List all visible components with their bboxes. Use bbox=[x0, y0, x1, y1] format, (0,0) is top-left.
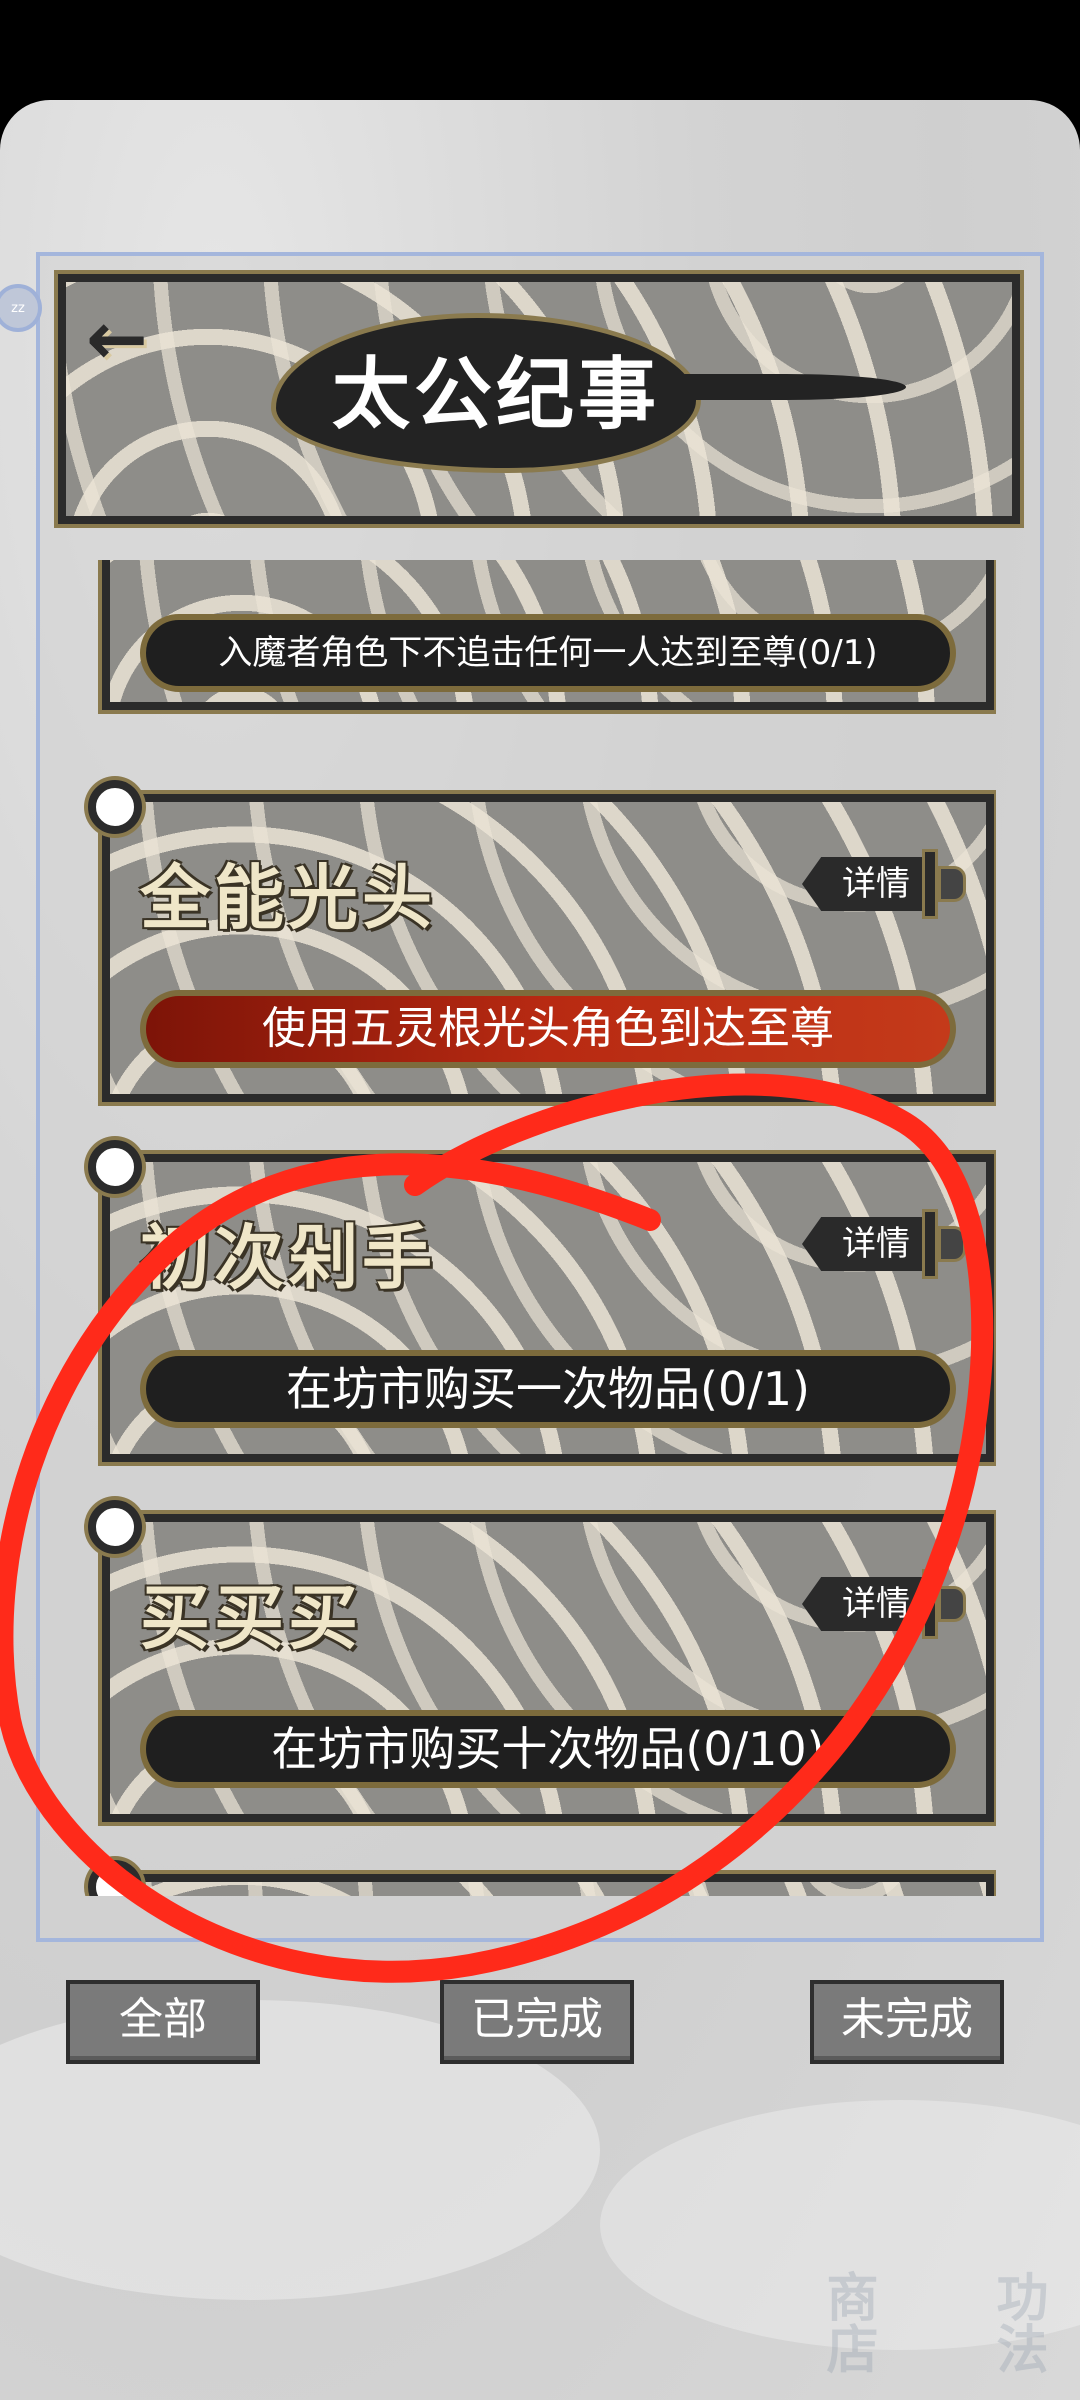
shop-watermark: 商店 bbox=[817, 2270, 877, 2374]
achievement-card: 买买买 详情 在坊市购买十次物品(0/10) bbox=[88, 1500, 996, 1826]
achievement-description: 在坊市购买一次物品(0/1) bbox=[140, 1350, 956, 1428]
achievement-description: 在坊市购买十次物品(0/10) bbox=[140, 1710, 956, 1788]
detail-label: 详情 bbox=[802, 1577, 922, 1631]
achievement-title: 全能光头 bbox=[140, 857, 436, 939]
detail-label: 详情 bbox=[802, 1217, 922, 1271]
page-title: 太公纪事 bbox=[331, 350, 660, 440]
detail-label: 详情 bbox=[802, 857, 922, 911]
achievement-list[interactable]: 一一 入魔者角色下不追击任何一人达到至尊(0/1) 全能光头 详情 使用五灵根光… bbox=[56, 560, 996, 1896]
pin-ring-icon bbox=[88, 1500, 142, 1554]
status-bar-area bbox=[0, 0, 1080, 100]
title-ink-tail bbox=[666, 374, 906, 400]
sword-hilt-icon bbox=[938, 866, 966, 902]
pin-ring-icon bbox=[88, 1140, 142, 1194]
achievement-title: 买买买 bbox=[140, 1577, 362, 1659]
filter-tabs: 全部 已完成 未完成 bbox=[0, 1980, 1080, 2066]
achievement-card bbox=[88, 1860, 996, 1896]
achievement-card: 全能光头 详情 使用五灵根光头角色到达至尊 bbox=[88, 780, 996, 1106]
achievement-description: 入魔者角色下不追击任何一人达到至尊(0/1) bbox=[140, 614, 956, 692]
details-button[interactable]: 详情 bbox=[802, 849, 972, 919]
achievement-title-partial: 一一 bbox=[140, 560, 280, 585]
details-button[interactable]: 详情 bbox=[802, 1209, 972, 1279]
tab-incomplete[interactable]: 未完成 bbox=[810, 1980, 1004, 2064]
sword-guard-icon bbox=[922, 1569, 938, 1639]
header-banner: ← 太公纪事 bbox=[54, 270, 1024, 528]
achievement-title: 初次剁手 bbox=[140, 1217, 436, 1299]
pin-ring-icon bbox=[88, 780, 142, 834]
sword-guard-icon bbox=[922, 1209, 938, 1279]
sword-hilt-icon bbox=[938, 1226, 966, 1262]
method-watermark: 功法 bbox=[987, 2270, 1047, 2374]
achievement-description: 使用五灵根光头角色到达至尊 bbox=[140, 990, 956, 1068]
details-button[interactable]: 详情 bbox=[802, 1569, 972, 1639]
tab-all[interactable]: 全部 bbox=[66, 1980, 260, 2064]
achievement-card: 一一 入魔者角色下不追击任何一人达到至尊(0/1) bbox=[98, 560, 996, 714]
sword-guard-icon bbox=[922, 849, 938, 919]
back-arrow-icon[interactable]: ← bbox=[86, 302, 176, 376]
achievement-card: 初次剁手 详情 在坊市购买一次物品(0/1) bbox=[88, 1140, 996, 1466]
pin-ring-icon bbox=[88, 1860, 142, 1896]
tab-completed[interactable]: 已完成 bbox=[440, 1980, 634, 2064]
sword-hilt-icon bbox=[938, 1586, 966, 1622]
